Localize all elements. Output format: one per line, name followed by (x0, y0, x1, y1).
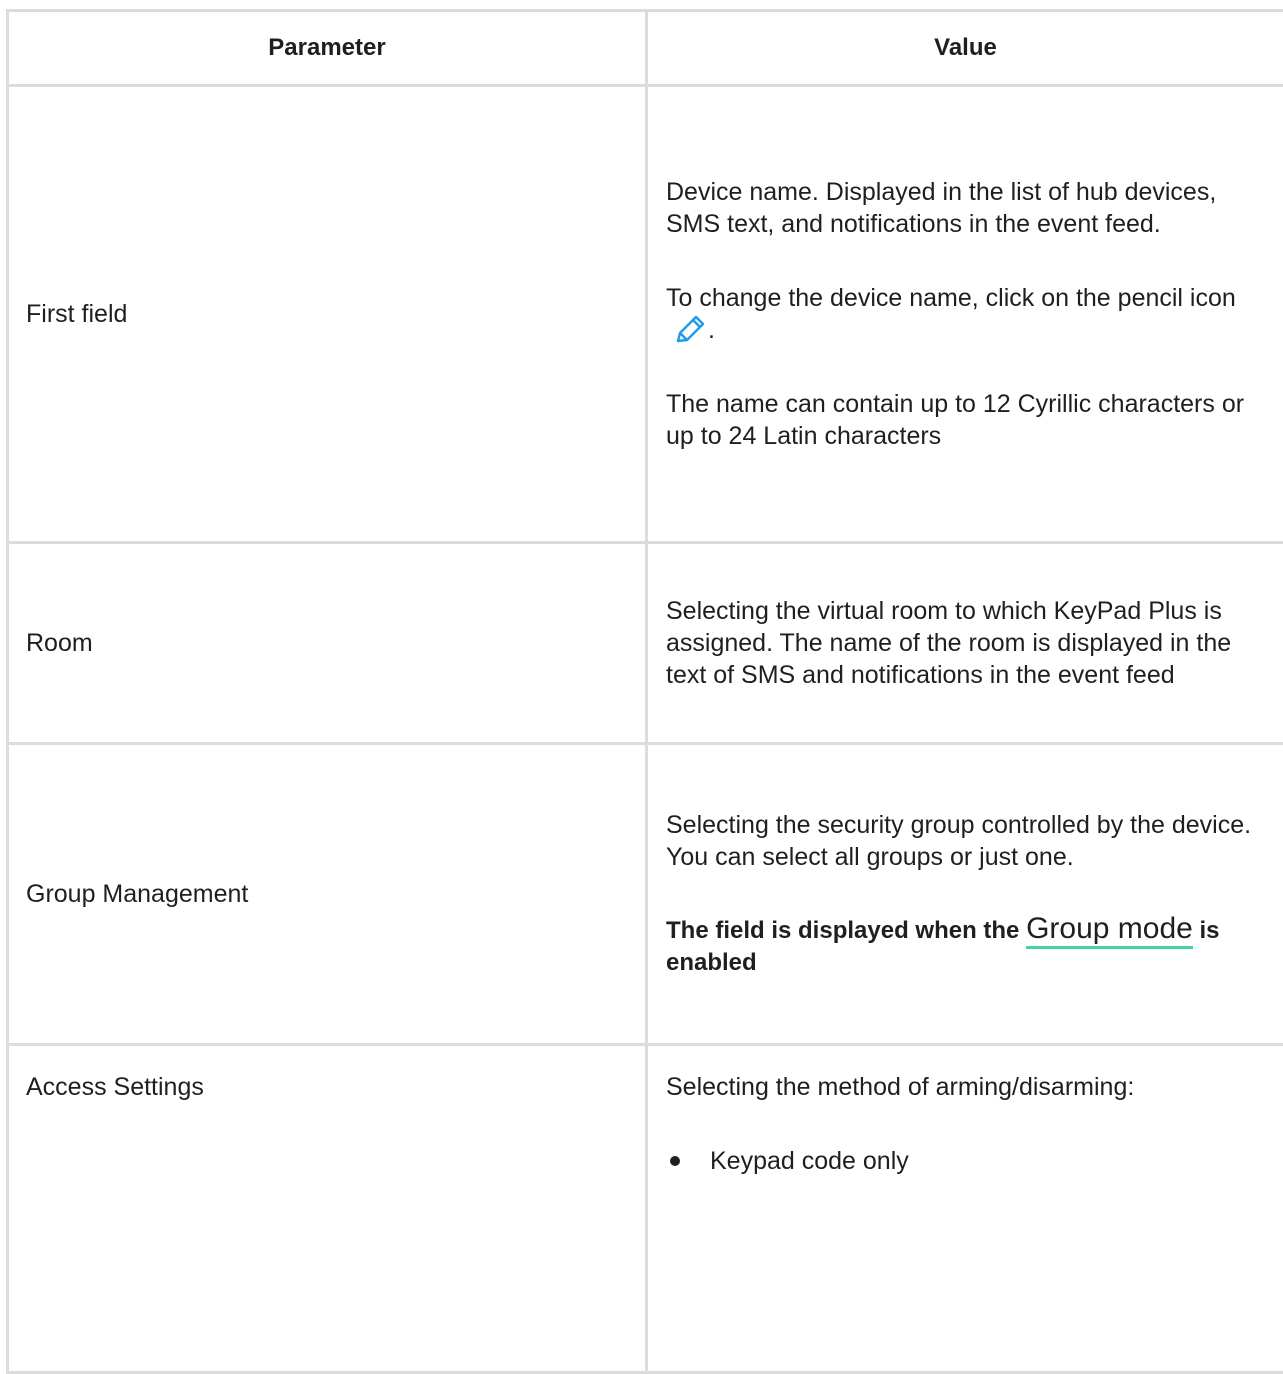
first-field-change-text: To change the device name, click on the … (666, 284, 1236, 312)
parameters-table: Parameter Value First field Device name.… (6, 9, 1283, 1374)
list-item: Keypad code only (690, 1145, 1265, 1177)
table-row-first-field: First field Device name. Displayed in th… (8, 86, 1283, 543)
first-field-change-instruction: To change the device name, click on the … (666, 282, 1265, 346)
param-group-management: Group Management (8, 744, 647, 1045)
table-header-row: Parameter Value (8, 11, 1283, 86)
value-group-management: Selecting the security group controlled … (647, 744, 1283, 1045)
param-first-field: First field (8, 86, 647, 543)
access-methods-list: Keypad code only (666, 1145, 1265, 1177)
group-mode-note: The field is displayed when the Group mo… (666, 913, 1265, 979)
first-field-name-limits: The name can contain up to 12 Cyrillic c… (666, 388, 1265, 452)
value-access-settings: Selecting the method of arming/disarming… (647, 1045, 1283, 1373)
parameters-table-container: Parameter Value First field Device name.… (6, 9, 1283, 1374)
table-row-group-management: Group Management Selecting the security … (8, 744, 1283, 1045)
value-room: Selecting the virtual room to which KeyP… (647, 543, 1283, 744)
pencil-icon (672, 314, 708, 344)
access-settings-description: Selecting the method of arming/disarming… (666, 1071, 1265, 1103)
group-mode-note-before: The field is displayed when the (666, 917, 1019, 944)
header-parameter: Parameter (8, 11, 647, 86)
table-row-access-settings: Access Settings Selecting the method of … (8, 1045, 1283, 1373)
first-field-change-end: . (708, 316, 715, 344)
group-management-description: Selecting the security group controlled … (666, 809, 1265, 873)
bullet-icon (670, 1156, 680, 1166)
header-value: Value (647, 11, 1283, 86)
group-mode-link[interactable]: Group mode (1026, 912, 1193, 949)
param-access-settings: Access Settings (8, 1045, 647, 1373)
table-row-room: Room Selecting the virtual room to which… (8, 543, 1283, 744)
first-field-description: Device name. Displayed in the list of hu… (666, 176, 1265, 240)
value-first-field: Device name. Displayed in the list of hu… (647, 86, 1283, 543)
param-room: Room (8, 543, 647, 744)
access-method-label: Keypad code only (710, 1147, 909, 1175)
